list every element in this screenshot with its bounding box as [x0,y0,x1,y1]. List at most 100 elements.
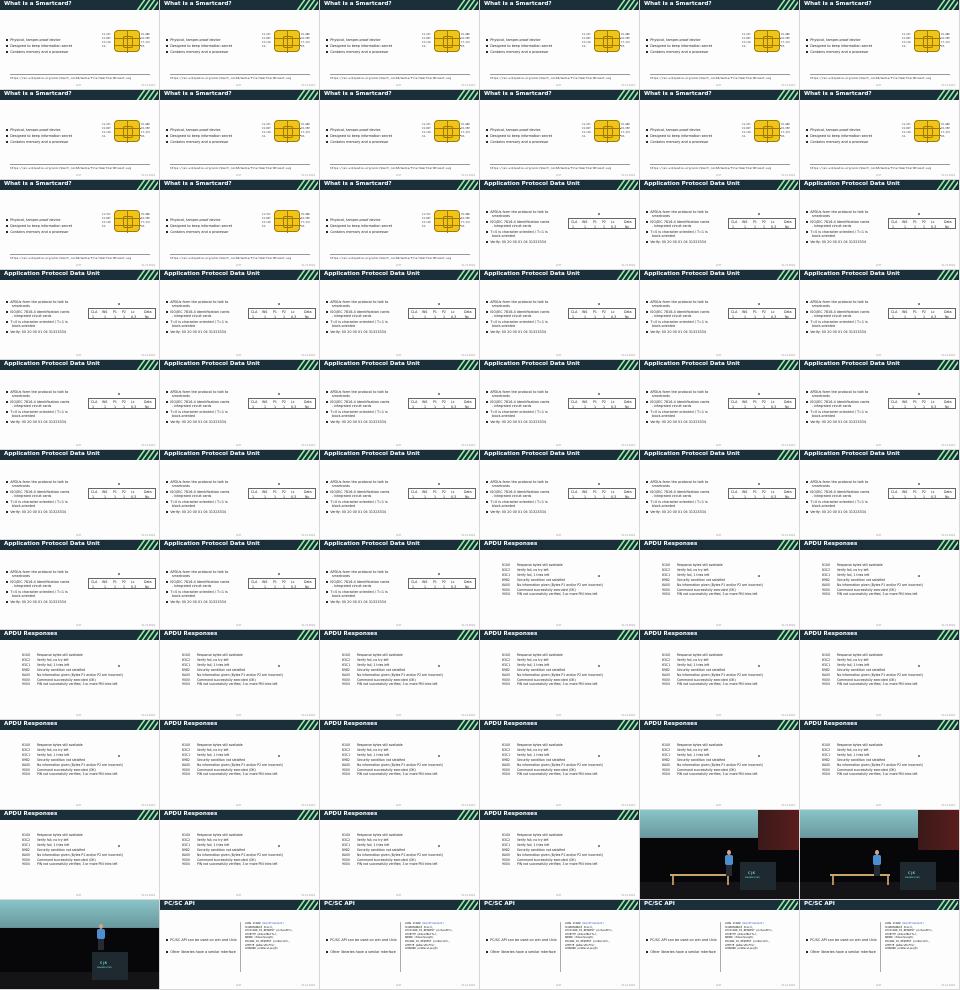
slide-smartcard[interactable]: What is a Smartcard? Physical, tamper-pr… [640,0,800,90]
slide-smartcard[interactable]: What is a Smartcard? Physical, tamper-pr… [480,0,640,90]
slide-smartcard[interactable]: What is a Smartcard? Physical, tamper-pr… [800,90,960,180]
slide-footer: 4/47 31.12.2019 [716,624,795,627]
slide-apdu[interactable]: Application Protocol Data Unit APDUs for… [320,540,480,630]
slide-title: Application Protocol Data Unit [484,361,580,367]
source-url: https://en.wikipedia.org/wiki/Smart_card… [170,166,292,170]
slide-apdu[interactable]: Application Protocol Data Unit APDUs for… [160,270,320,360]
slide-apdu-responses[interactable]: APDU Responses 61XX Response bytes still … [800,540,960,630]
slide-apdu-responses[interactable]: APDU Responses 61XX Response bytes still … [480,630,640,720]
bullet-icon [646,500,649,503]
slide-apdu[interactable]: Application Protocol Data Unit APDUs for… [640,180,800,270]
slide-footer: 4/47 31.12.2019 [716,804,795,807]
slide-apdu[interactable]: Application Protocol Data Unit APDUs for… [320,270,480,360]
slide-apdu[interactable]: Application Protocol Data Unit APDUs for… [640,270,800,360]
slide-apdu[interactable]: Application Protocol Data Unit APDUs for… [480,360,640,450]
slide-apdu-responses[interactable]: APDU Responses 61XX Response bytes still … [480,810,640,900]
slide-apdu[interactable]: Application Protocol Data Unit APDUs for… [160,540,320,630]
slide-apdu[interactable]: Application Protocol Data Unit APDUs for… [0,270,160,360]
apdu-command-table: CLA INS P1 P2 Lc Data 1 1 1 1 0-3 Nc [728,398,796,409]
speaker-figure [724,850,734,876]
slide-pcsc-api[interactable]: PC/SC API PC/SC API can be used on win a… [480,900,640,990]
slide-apdu[interactable]: Application Protocol Data Unit APDUs for… [0,540,160,630]
slide-apdu[interactable]: Application Protocol Data Unit APDUs for… [800,270,960,360]
slide-apdu-responses[interactable]: APDU Responses 61XX Response bytes still … [0,630,160,720]
slide-pcsc-api[interactable]: PC/SC API PC/SC API can be used on win a… [160,900,320,990]
slide-smartcard[interactable]: What is a Smartcard? Physical, tamper-pr… [320,180,480,270]
slide-apdu-responses[interactable]: APDU Responses 61XX Response bytes still … [640,540,800,630]
slide-pcsc-api[interactable]: PC/SC API PC/SC API can be used on win a… [800,900,960,990]
bullet-icon [166,44,169,47]
slide-smartcard[interactable]: What is a Smartcard? Physical, tamper-pr… [320,90,480,180]
slide-header: Application Protocol Data Unit [800,180,959,190]
slide-apdu-responses[interactable]: APDU Responses 61XX Response bytes still … [160,810,320,900]
slide-apdu-responses[interactable]: APDU Responses 61XX Response bytes still … [480,720,640,810]
slide-apdu-responses[interactable]: APDU Responses 61XX Response bytes still … [0,720,160,810]
bullet-continuation: smartcards [812,484,830,488]
bullet-icon [6,140,9,143]
slide-smartcard[interactable]: What is a Smartcard? Physical, tamper-pr… [320,0,480,90]
slide-smartcard[interactable]: What is a Smartcard? Physical, tamper-pr… [0,0,160,90]
slide-apdu-responses[interactable]: APDU Responses 61XX Response bytes still … [800,630,960,720]
slide-footer: 4/47 31.12.2019 [76,624,155,627]
code-block: LONG SCARD SCardTransmit( SCARDHANDLE hC… [400,922,476,972]
slide-smartcard[interactable]: What is a Smartcard? Physical, tamper-pr… [0,180,160,270]
slide-smartcard[interactable]: What is a Smartcard? Physical, tamper-pr… [480,90,640,180]
marker-dot [598,213,600,215]
slide-header: APDU Responses [0,720,159,730]
slide-apdu-responses[interactable]: APDU Responses 61XX Response bytes still … [480,540,640,630]
slide-apdu[interactable]: Application Protocol Data Unit APDUs for… [640,360,800,450]
slide-smartcard[interactable]: What is a Smartcard? Physical, tamper-pr… [800,0,960,90]
bullet-continuation: smartcards [12,574,30,578]
slide-apdu-responses[interactable]: APDU Responses 61XX Response bytes still … [640,720,800,810]
slide-apdu-responses[interactable]: APDU Responses 61XX Response bytes still … [800,720,960,810]
stage-video-frame[interactable]: C|K WEHNACHTEN [0,900,160,990]
stage-video-frame[interactable]: C|K WEHNACHTEN [800,810,960,900]
slide-apdu-responses[interactable]: APDU Responses 61XX Response bytes still … [160,720,320,810]
slide-apdu[interactable]: Application Protocol Data Unit APDUs for… [0,360,160,450]
apdu-command-table: CLA INS P1 P2 Lc Data 1 1 1 1 0-3 Nc [888,488,956,499]
slide-apdu[interactable]: Application Protocol Data Unit APDUs for… [480,180,640,270]
slide-apdu-responses[interactable]: APDU Responses 61XX Response bytes still … [160,630,320,720]
bullet-item: Physical, tamper-proof device [806,38,861,42]
stage-video-frame[interactable]: C|K WEHNACHTEN [640,810,800,900]
apdu-command-table: CLA INS P1 P2 Lc Data 1 1 1 1 0-3 Nc [88,488,156,499]
slide-apdu[interactable]: Application Protocol Data Unit APDUs for… [480,450,640,540]
speaker-figure [96,924,106,950]
slide-header: Application Protocol Data Unit [480,180,639,190]
slide-smartcard[interactable]: What is a Smartcard? Physical, tamper-pr… [160,0,320,90]
slide-smartcard[interactable]: What is a Smartcard? Physical, tamper-pr… [160,90,320,180]
slide-smartcard[interactable]: What is a Smartcard? Physical, tamper-pr… [0,90,160,180]
slide-apdu-responses[interactable]: APDU Responses 61XX Response bytes still … [320,810,480,900]
slide-apdu[interactable]: Application Protocol Data Unit APDUs for… [480,270,640,360]
slide-title: What is a Smartcard? [324,1,392,7]
slide-apdu[interactable]: Application Protocol Data Unit APDUs for… [320,360,480,450]
slide-smartcard[interactable]: What is a Smartcard? Physical, tamper-pr… [640,90,800,180]
podium: C|K WEHNACHTEN [92,952,128,980]
slide-header: What is a Smartcard? [0,180,159,190]
slide-apdu[interactable]: Application Protocol Data Unit APDUs for… [800,180,960,270]
slide-apdu-responses[interactable]: APDU Responses 61XX Response bytes still … [320,630,480,720]
slide-pcsc-api[interactable]: PC/SC API PC/SC API can be used on win a… [640,900,800,990]
slide-apdu[interactable]: Application Protocol Data Unit APDUs for… [0,450,160,540]
apdu-command-table: CLA INS P1 P2 Lc Data 1 1 1 1 0-3 Nc [88,398,156,409]
slide-smartcard[interactable]: What is a Smartcard? Physical, tamper-pr… [160,180,320,270]
slide-apdu[interactable]: Application Protocol Data Unit APDUs for… [800,360,960,450]
slide-footer: 4/47 31.12.2019 [716,84,795,87]
slide-apdu[interactable]: Application Protocol Data Unit APDUs for… [320,450,480,540]
table-row: 9004 PIN not successfully verified, 3 or … [502,772,598,777]
slide-footer: 4/47 31.12.2019 [396,894,475,897]
bullet-icon [326,420,329,423]
slide-apdu[interactable]: Application Protocol Data Unit APDUs for… [160,450,320,540]
slide-pcsc-api[interactable]: PC/SC API PC/SC API can be used on win a… [320,900,480,990]
slide-footer: 4/47 31.12.2019 [876,804,955,807]
bullet-icon [806,240,809,243]
slide-footer: 4/47 31.12.2019 [716,354,795,357]
slide-apdu[interactable]: Application Protocol Data Unit APDUs for… [160,360,320,450]
slide-apdu-responses[interactable]: APDU Responses 61XX Response bytes still … [320,720,480,810]
slide-apdu-responses[interactable]: APDU Responses 61XX Response bytes still … [0,810,160,900]
slide-apdu[interactable]: Application Protocol Data Unit APDUs for… [640,450,800,540]
slide-footer: 4/47 31.12.2019 [876,444,955,447]
slide-apdu[interactable]: Application Protocol Data Unit APDUs for… [800,450,960,540]
slide-apdu-responses[interactable]: APDU Responses 61XX Response bytes still … [640,630,800,720]
source-url: https://en.wikipedia.org/wiki/Smart_card… [810,76,932,80]
